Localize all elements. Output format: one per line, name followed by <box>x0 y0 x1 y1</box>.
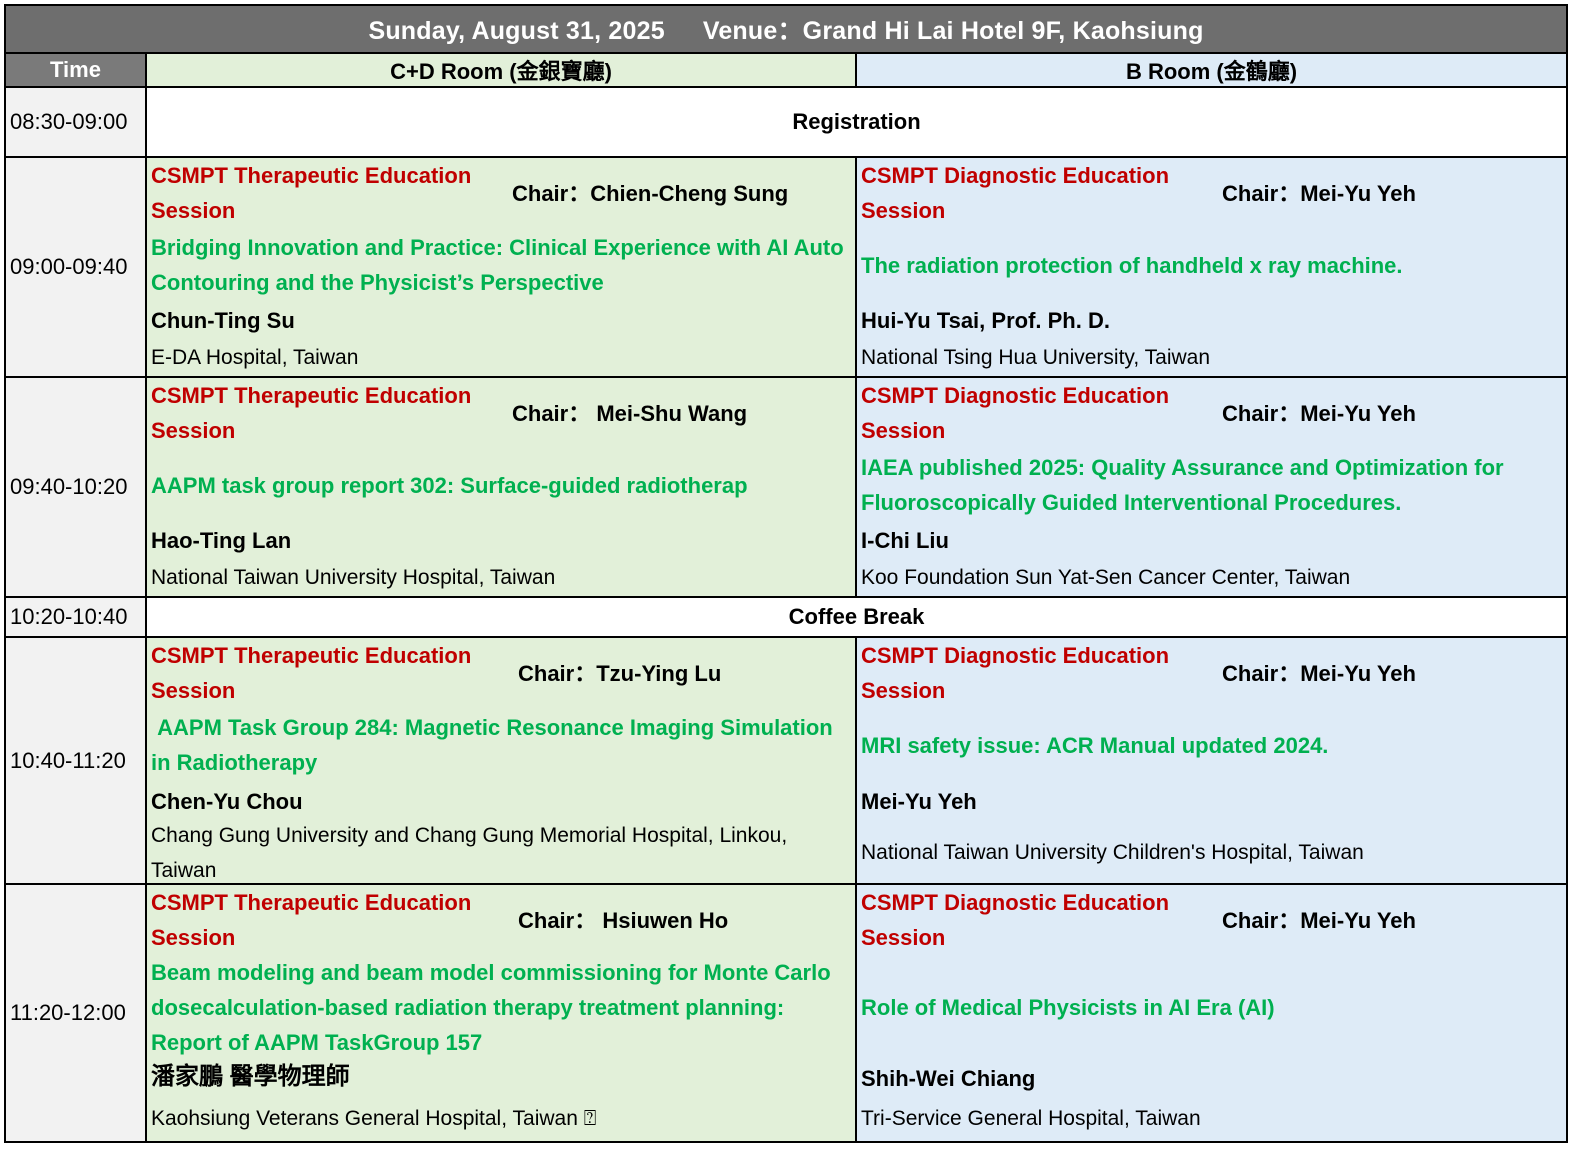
speaker-name: 潘家鵬 醫學物理師 <box>151 1063 350 1090</box>
speaker-affiliation: Kaohsiung Veterans General Hospital, Tai… <box>151 1107 597 1130</box>
session-title: CSMPT Therapeutic Education Session <box>151 643 472 703</box>
session-title: CSMPT Therapeutic Education Session <box>151 890 472 950</box>
talk-topic: IAEA published 2025: Quality Assurance a… <box>861 455 1504 515</box>
schedule-row: 11:20-12:00 CSMPT Therapeutic Education … <box>4 883 1569 1143</box>
b-room-session-cell: CSMPT Diagnostic Education Session Chair… <box>854 883 1569 1143</box>
cd-room-session-cell: CSMPT Therapeutic Education Session Chai… <box>145 883 857 1143</box>
b-room-session-cell: CSMPT Diagnostic Education Session Chair… <box>854 376 1569 598</box>
session-chair: Chair：Mei-Yu Yeh <box>1222 908 1416 933</box>
session-title: CSMPT Therapeutic Education Session <box>151 383 472 443</box>
speaker-name: Shih-Wei Chiang <box>861 1066 1036 1091</box>
speaker-affiliation: Koo Foundation Sun Yat-Sen Cancer Center… <box>861 566 1351 589</box>
speaker-name: Chen-Yu Chou <box>151 789 303 814</box>
schedule-title: Sunday, August 31, 2025 Venue：Grand Hi La… <box>3 4 1569 54</box>
speaker-affiliation: Tri-Service General Hospital, Taiwan <box>861 1107 1201 1130</box>
time-slot: 09:00-09:40 <box>4 156 147 378</box>
b-room-column-header: B Room (金鶴廳) <box>854 52 1569 88</box>
speaker-name: Mei-Yu Yeh <box>861 789 977 814</box>
time-column-header: Time <box>4 52 147 88</box>
session-chair: Chair：Mei-Yu Yeh <box>1222 181 1416 206</box>
b-room-session-cell: CSMPT Diagnostic Education Session Chair… <box>854 156 1569 378</box>
speaker-name: Chun-Ting Su <box>151 308 295 333</box>
schedule-row-registration: 08:30-09:00 Registration <box>4 86 1569 158</box>
speaker-name: Hui-Yu Tsai, Prof. Ph. D. <box>861 308 1110 333</box>
schedule-row: 10:40-11:20 CSMPT Therapeutic Education … <box>4 636 1569 885</box>
talk-topic: Beam modeling and beam model commissioni… <box>151 960 831 1055</box>
venue-label: Venue：Grand Hi Lai Hotel 9F, Kaohsiung <box>702 17 1204 45</box>
time-slot: 09:40-10:20 <box>4 376 147 598</box>
schedule-row-coffee-break: 10:20-10:40 Coffee Break <box>4 596 1569 638</box>
cd-room-session-cell: CSMPT Therapeutic Education Session Chai… <box>145 376 857 598</box>
talk-topic: AAPM task group report 302: Surface-guid… <box>151 473 748 498</box>
b-room-session-cell: CSMPT Diagnostic Education Session Chair… <box>854 636 1569 885</box>
session-title: CSMPT Diagnostic Education Session <box>861 163 1170 223</box>
session-chair: Chair： Mei-Shu Wang <box>512 401 748 426</box>
speaker-affiliation: E-DA Hospital, Taiwan <box>151 346 359 369</box>
schedule-row: 09:40-10:20 CSMPT Therapeutic Education … <box>4 376 1569 598</box>
time-slot: 11:20-12:00 <box>4 883 147 1143</box>
column-header-row: Time C+D Room (金銀寶廳) B Room (金鶴廳) <box>4 52 1569 88</box>
title-row: Sunday, August 31, 2025 Venue：Grand Hi La… <box>3 4 1569 54</box>
session-title: CSMPT Diagnostic Education Session <box>861 383 1170 443</box>
session-title: CSMPT Therapeutic Education Session <box>151 163 472 223</box>
cd-room-session-cell: CSMPT Therapeutic Education Session Chai… <box>145 636 857 885</box>
time-slot: 10:20-10:40 <box>4 596 147 638</box>
speaker-affiliation: National Taiwan University Children's Ho… <box>861 841 1364 864</box>
speaker-affiliation: Chang Gung University and Chang Gung Mem… <box>151 824 788 882</box>
session-chair: Chair：Chien-Cheng Sung <box>512 181 789 206</box>
session-title: CSMPT Diagnostic Education Session <box>861 890 1170 950</box>
speaker-affiliation: National Taiwan University Hospital, Tai… <box>151 566 556 589</box>
cd-room-column-header: C+D Room (金銀寶廳) <box>145 52 857 88</box>
session-title: CSMPT Diagnostic Education Session <box>861 643 1170 703</box>
program-schedule-table: Sunday, August 31, 2025 Venue：Grand Hi La… <box>3 4 1569 1143</box>
date-label: Sunday, August 31, 2025 <box>368 17 665 45</box>
session-chair: Chair：Mei-Yu Yeh <box>1222 661 1416 686</box>
session-chair: Chair： Hsiuwen Ho <box>518 908 729 933</box>
session-chair: Chair：Mei-Yu Yeh <box>1222 401 1416 426</box>
time-slot: 08:30-09:00 <box>4 86 147 158</box>
schedule-row: 09:00-09:40 CSMPT Therapeutic Education … <box>4 156 1569 378</box>
talk-topic: AAPM Task Group 284: Magnetic Resonance … <box>151 715 839 775</box>
talk-topic: Bridging Innovation and Practice: Clinic… <box>151 235 844 295</box>
time-slot: 10:40-11:20 <box>4 636 147 885</box>
cd-room-session-cell: CSMPT Therapeutic Education Session Chai… <box>145 156 857 378</box>
talk-topic: The radiation protection of handheld x r… <box>861 253 1403 278</box>
coffee-break-label: Coffee Break <box>144 596 1569 638</box>
speaker-name: I-Chi Liu <box>861 528 949 553</box>
talk-topic: Role of Medical Physicists in AI Era (AI… <box>861 995 1275 1020</box>
registration-label: Registration <box>144 86 1569 158</box>
talk-topic: MRI safety issue: ACR Manual updated 202… <box>861 733 1329 758</box>
speaker-affiliation: National Tsing Hua University, Taiwan <box>861 346 1211 369</box>
speaker-name: Hao-Ting Lan <box>151 528 292 553</box>
session-chair: Chair：Tzu-Ying Lu <box>518 661 722 686</box>
